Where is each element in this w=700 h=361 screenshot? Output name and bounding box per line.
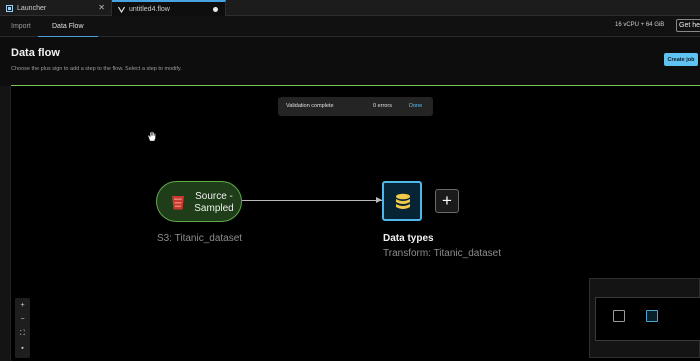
tab-flow-label: untitled4.flow [129,5,170,13]
flow-icon [118,6,125,13]
flow-connector [242,200,382,201]
source-node[interactable]: Source - Sampled [156,181,242,222]
minimap[interactable] [589,278,700,358]
transform-node-caption: Transform: Titanic_dataset [383,248,502,259]
fit-view-button[interactable]: ⛶ [15,327,30,340]
validation-done-button[interactable]: Done [409,103,422,109]
zoom-controls: + − ⛶ ▪ [15,298,30,358]
left-rail [0,86,11,361]
page-header: Data flow Choose the plus sign to add a … [0,37,700,86]
add-step-button[interactable]: + [435,189,459,213]
minimap-source-node [613,310,625,322]
zoom-in-button[interactable]: + [15,299,30,312]
get-help-button[interactable]: Get help [676,19,700,32]
launcher-icon [6,4,13,12]
transform-node[interactable] [382,181,422,221]
tab-untitled-flow[interactable]: untitled4.flow [112,0,226,16]
create-job-button[interactable]: Create job [664,53,698,66]
tab-strip: Launcher ✕ untitled4.flow [0,0,700,16]
tab-launcher-label: Launcher [17,4,47,12]
source-node-label: Source - Sampled [194,191,234,214]
hand-cursor-icon [147,131,157,145]
lock-view-button[interactable]: ▪ [15,342,30,355]
transform-node-title: Data types [383,233,434,244]
s3-bucket-icon [171,194,185,211]
tab-import[interactable]: Import [11,16,31,37]
resource-indicator[interactable]: 16 vCPU + 64 GiB [615,22,664,28]
database-icon [395,193,411,211]
sub-navigation: Import Data Flow 16 vCPU + 64 GiB Get he… [0,16,700,37]
page-title: Data flow [11,47,60,59]
unsaved-dot-icon[interactable] [213,7,218,12]
minimap-transform-node [646,310,658,322]
validation-text: Validation complete [286,103,334,109]
tab-launcher[interactable]: Launcher ✕ [0,0,112,16]
source-node-caption: S3: Titanic_dataset [157,233,243,244]
tab-data-flow[interactable]: Data Flow [38,16,98,37]
validation-banner: Validation complete 0 errors Done [278,97,433,116]
zoom-out-button[interactable]: − [15,313,30,326]
page-subtitle: Choose the plus sign to add a step to th… [11,66,182,72]
validation-errors: 0 errors [373,103,392,109]
close-icon[interactable]: ✕ [98,3,105,12]
